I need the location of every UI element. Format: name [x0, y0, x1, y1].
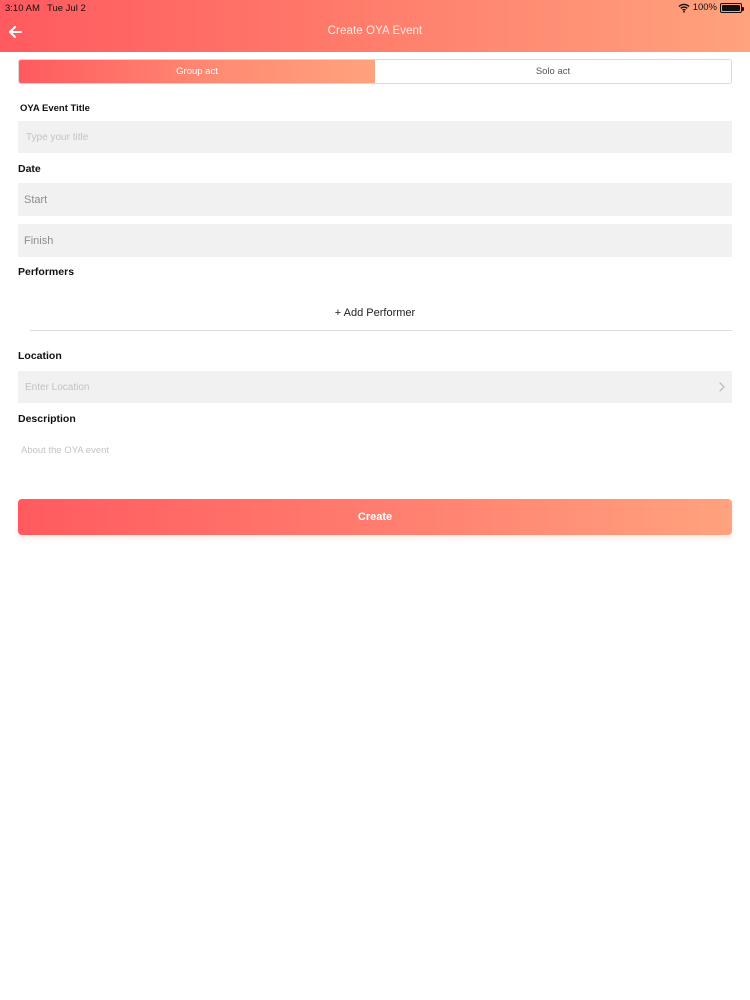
add-performer-button[interactable]: + Add Performer: [0, 307, 750, 319]
finish-date-text: Finish: [24, 235, 54, 247]
status-time: 3:10 AM: [5, 3, 40, 14]
page-title: Create OYA Event: [327, 25, 423, 37]
create-button[interactable]: Create: [18, 499, 732, 535]
act-type-segmented-control: Group act Solo act: [18, 59, 732, 84]
status-bar: 3:10 AM Tue Jul 2 100%: [0, 0, 750, 16]
chevron-right-icon: [719, 382, 725, 392]
tab-solo-act[interactable]: Solo act: [375, 60, 731, 83]
description-label: Description: [18, 413, 76, 425]
status-right: 100%: [678, 2, 744, 13]
tab-group-act[interactable]: Group act: [19, 60, 375, 83]
location-label: Location: [18, 350, 62, 362]
wifi-icon: [678, 3, 690, 13]
location-input[interactable]: [18, 371, 732, 403]
start-date-field[interactable]: [18, 183, 732, 216]
description-input[interactable]: About the OYA event: [21, 445, 109, 456]
event-title-input[interactable]: [18, 121, 732, 153]
battery-icon: [720, 2, 744, 13]
start-date-text: Start: [24, 194, 48, 206]
status-date: Tue Jul 2: [47, 3, 86, 14]
performers-label: Performers: [18, 266, 75, 278]
divider: [30, 330, 732, 331]
date-label: Date: [18, 163, 41, 175]
app-header: 3:10 AM Tue Jul 2 100% Create OYA Event: [0, 0, 750, 52]
event-title-label: OYA Event Title: [20, 103, 90, 114]
finish-date-field[interactable]: [18, 224, 732, 257]
battery-percent: 100%: [692, 2, 717, 13]
